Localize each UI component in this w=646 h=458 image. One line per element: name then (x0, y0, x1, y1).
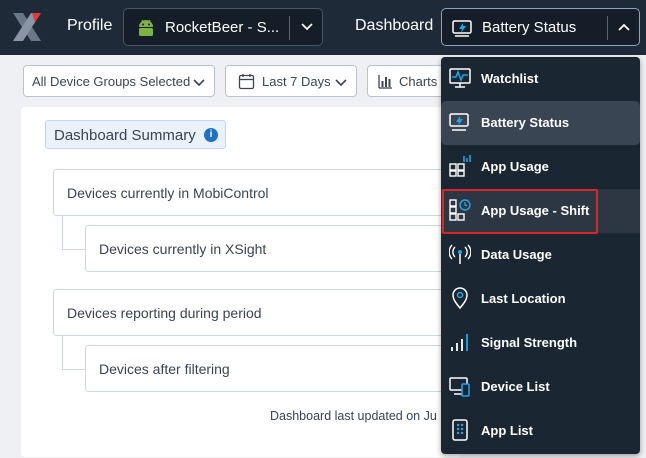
battery-status-icon (449, 113, 469, 131)
menu-item-last-location[interactable]: Last Location (441, 277, 640, 321)
profile-value: RocketBeer - S... (165, 19, 280, 36)
phone-apps-icon (452, 419, 468, 441)
device-groups-filter[interactable]: All Device Groups Selected (23, 65, 215, 97)
dashboard-summary-title: Dashboard Summary (54, 127, 196, 144)
menu-item-label: Last Location (481, 291, 566, 306)
menu-item-label: Signal Strength (481, 335, 578, 350)
summary-row-reporting: Devices reporting during period (53, 289, 473, 336)
menu-item-label: Device List (481, 379, 550, 394)
summary-row-xsight: Devices currently in XSight (85, 225, 473, 272)
chevron-down-icon (335, 79, 347, 87)
tree-connector (62, 216, 86, 250)
divider (289, 16, 290, 40)
device-groups-value: All Device Groups Selected (32, 74, 191, 89)
date-range-filter[interactable]: Last 7 Days (225, 65, 357, 97)
menu-item-data-usage[interactable]: Data Usage (441, 233, 640, 277)
dashboard-dropdown-menu: Watchlist Battery Status App Usage App U… (441, 57, 640, 454)
summary-row-label: Devices reporting during period (67, 305, 262, 321)
summary-row-label: Devices currently in MobiControl (67, 185, 269, 201)
signal-bars-icon (451, 334, 468, 351)
tree-connector (62, 336, 86, 370)
info-icon[interactable]: i (204, 128, 218, 142)
menu-item-watchlist[interactable]: Watchlist (441, 57, 640, 101)
dashboard-summary-header: Dashboard Summary i (45, 120, 226, 149)
signal-tower-icon (449, 244, 471, 264)
android-icon (139, 19, 153, 36)
menu-item-battery-status[interactable]: Battery Status (441, 101, 640, 145)
devices-icon (449, 377, 470, 397)
menu-item-label: Data Usage (481, 247, 552, 262)
dashboard-select[interactable]: Battery Status (441, 8, 640, 46)
date-range-value: Last 7 Days (262, 74, 331, 89)
calendar-icon (238, 74, 255, 90)
summary-row-filtering: Devices after filtering (85, 345, 473, 392)
menu-item-device-list[interactable]: Device List (441, 365, 640, 409)
chevron-down-icon (193, 79, 205, 87)
top-navigation-bar: Profile RocketBeer - S... Dashboard Batt… (0, 0, 646, 55)
profile-label: Profile (67, 17, 113, 34)
chevron-up-icon[interactable] (616, 19, 632, 35)
dashboard-value: Battery Status (482, 19, 577, 36)
menu-item-signal-strength[interactable]: Signal Strength (441, 321, 640, 365)
charts-label: Charts (399, 74, 438, 89)
monitor-pulse-icon (449, 68, 471, 88)
divider (607, 16, 608, 40)
menu-item-label: App List (481, 423, 533, 438)
app-logo-icon[interactable] (10, 11, 44, 43)
menu-item-label: Watchlist (481, 71, 539, 86)
bar-chart-icon (378, 75, 392, 89)
summary-row-label: Devices currently in XSight (99, 241, 267, 257)
chevron-down-icon[interactable] (299, 18, 315, 34)
profile-select[interactable]: RocketBeer - S... (123, 8, 323, 46)
menu-item-label: App Usage (481, 159, 549, 174)
summary-row-mobicontrol: Devices currently in MobiControl (53, 169, 473, 216)
app-usage-icon (449, 155, 471, 177)
menu-item-app-list[interactable]: App List (441, 409, 640, 453)
menu-item-app-usage[interactable]: App Usage (441, 145, 640, 189)
location-pin-icon (452, 287, 468, 309)
battery-status-icon (452, 20, 472, 37)
summary-row-label: Devices after filtering (99, 361, 230, 377)
menu-item-label: Battery Status (481, 115, 570, 130)
last-updated-text: Dashboard last updated on Ju (270, 409, 437, 423)
highlight-box (442, 189, 598, 234)
dashboard-label: Dashboard (355, 17, 434, 34)
dashboard-summary-card: Dashboard Summary i Devices currently in… (21, 107, 473, 457)
